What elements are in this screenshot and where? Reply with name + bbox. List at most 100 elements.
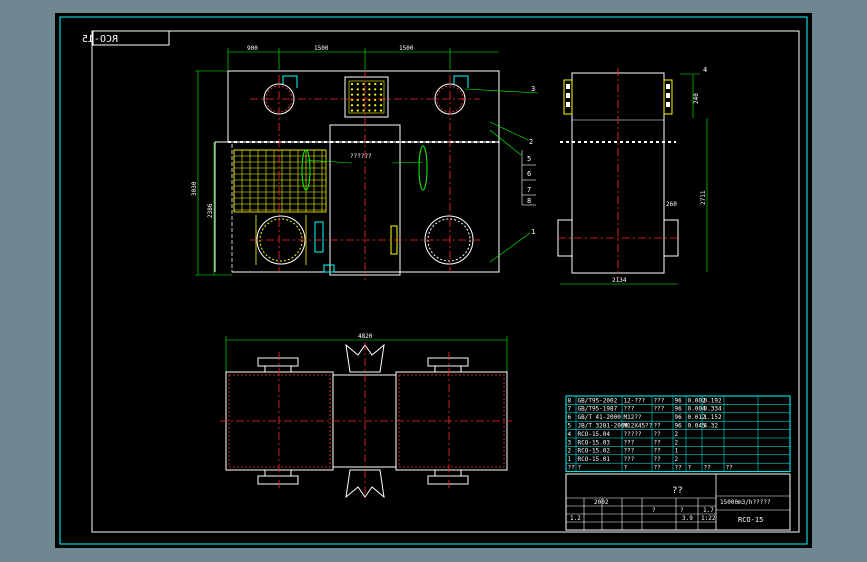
- grille-dot: [356, 93, 359, 96]
- title-drawing-no: RCO-15: [738, 516, 763, 524]
- bom-cell: RCO-15.01: [578, 456, 611, 463]
- grille-dot: [368, 88, 371, 91]
- grille-dot: [356, 109, 359, 112]
- item-tag-7: 7: [527, 186, 531, 194]
- bom-cell: 1: [675, 448, 679, 455]
- bom-cell: RCO-15.04: [578, 431, 611, 438]
- grille-dot: [356, 104, 359, 107]
- bom-cell: ??: [654, 431, 662, 438]
- grille-dot: [368, 93, 371, 96]
- bom-cell: 12-???: [624, 397, 646, 404]
- bom-cell: ???: [624, 439, 635, 446]
- grille-dot: [350, 109, 354, 112]
- bom-cell: ???: [624, 448, 635, 455]
- front-callout-text: ??????: [350, 153, 372, 160]
- grille-dot: [374, 104, 377, 107]
- drawing-code-mirrored: RCO-15: [82, 34, 118, 45]
- grille-dot: [368, 109, 371, 112]
- grille-dot: [368, 82, 371, 86]
- title-name-cell: ??: [672, 486, 683, 496]
- bom-cell: GB/T95-2002: [578, 397, 618, 404]
- grille-dot: [362, 82, 365, 86]
- grille-dot: [350, 82, 354, 86]
- bom-cell: 5: [568, 423, 572, 430]
- bom-cell: GB/T 41-2000: [578, 414, 622, 421]
- grille-dot: [362, 104, 365, 107]
- grille-dot: [374, 82, 377, 86]
- bom-cell: 2: [568, 448, 572, 455]
- bom-cell: 96: [675, 423, 683, 430]
- bom-header-cell: ??: [704, 465, 712, 472]
- item-tag-8: 8: [527, 197, 531, 205]
- bom-header-cell: ??: [568, 465, 576, 472]
- grille-dot: [356, 88, 359, 91]
- drawing-code-box: RCO-15: [82, 30, 170, 46]
- bom-cell: 1: [568, 456, 572, 463]
- front-view: 900 1500 1500 3030 2386 ??????: [191, 45, 500, 280]
- item-tag-5: 5: [527, 155, 531, 163]
- bom-cell: ???: [654, 397, 665, 404]
- bom-cell: 1.152: [704, 414, 722, 421]
- title-cell-1: 1.7: [703, 507, 714, 514]
- dim-plan-top: 4820: [358, 333, 373, 340]
- bom-cell: ???: [624, 456, 635, 463]
- bom-cell: 2: [675, 456, 679, 463]
- grille-dot: [362, 109, 365, 112]
- grille-dot: [379, 88, 383, 91]
- bom-cell: JB/T 3281-2000: [578, 423, 629, 430]
- bom-cell: 3: [568, 439, 572, 446]
- title-text: 15000m3/h?????: [720, 499, 771, 506]
- dim-front-top-3: 1500: [399, 45, 414, 52]
- title-cell-6: 1.2: [570, 515, 581, 522]
- bom-cell: ???: [654, 406, 665, 413]
- filter-hatch-grid: [233, 149, 326, 212]
- bom-cell: M12X45??: [624, 423, 653, 430]
- title-cell-2: ?: [652, 507, 656, 514]
- grille-dot: [374, 93, 377, 96]
- dim-front-top-1: 900: [247, 45, 258, 52]
- grille-dot: [379, 109, 383, 112]
- grille-dot: [356, 82, 359, 86]
- bom-cell: 4: [568, 431, 572, 438]
- bom-table: 8 GB/T95-2002 12-?????? 96 0.0020.1927 GB/T95…: [565, 395, 791, 473]
- dim-front-left-outer: 3030: [191, 181, 198, 196]
- bom-cell: 96: [675, 406, 683, 413]
- bom-cell: ??: [654, 456, 662, 463]
- grille-dot: [350, 93, 354, 96]
- bom-cell: ??: [654, 439, 662, 446]
- grille-dot: [362, 88, 365, 91]
- bom-cell: ?????: [624, 431, 642, 438]
- dim-side-top-right: 240: [693, 93, 700, 104]
- grille-dot: [368, 104, 371, 107]
- dim-side-bottom: 2134: [612, 277, 627, 284]
- title-block: ?? 15000m3/h????? RCO-15 2002 1.7 ? ? 3.…: [565, 473, 791, 531]
- grille-dot: [350, 88, 354, 91]
- bom-cell: 6: [568, 414, 572, 421]
- item-tag-6: 6: [527, 170, 531, 178]
- bom-cell: 96: [675, 414, 683, 421]
- bom-cell: GB/T95-1987: [578, 406, 618, 413]
- grille-dot: [379, 82, 383, 86]
- plan-view: 4820: [220, 333, 512, 500]
- grille-dot: [374, 88, 377, 91]
- grille-dots: [350, 82, 383, 112]
- bom-cell: ??: [654, 448, 662, 455]
- item-tag-3: 3: [531, 85, 535, 93]
- dim-front-left-inner: 2386: [207, 203, 214, 218]
- bom-cell: 2: [675, 439, 679, 446]
- bom-cell: 0.334: [704, 406, 722, 413]
- bom-cell: 0.192: [704, 397, 722, 404]
- bom-cell: M12??: [624, 414, 642, 421]
- bom-cell: 8: [568, 397, 572, 404]
- item-tag-1: 1: [531, 228, 535, 236]
- grille-dot: [379, 93, 383, 96]
- dim-side-mid-right: 2711: [700, 190, 707, 205]
- title-cell-0: 2002: [594, 499, 609, 506]
- item-tag-2: 2: [529, 138, 533, 146]
- bom-header-cell: ??: [726, 465, 734, 472]
- bom-header-cell: ??: [654, 465, 662, 472]
- bom-header-cell: ?: [688, 465, 692, 472]
- bom-cell: 2: [675, 431, 679, 438]
- bom-cell: ??: [654, 423, 662, 430]
- bom-cell: 96: [675, 397, 683, 404]
